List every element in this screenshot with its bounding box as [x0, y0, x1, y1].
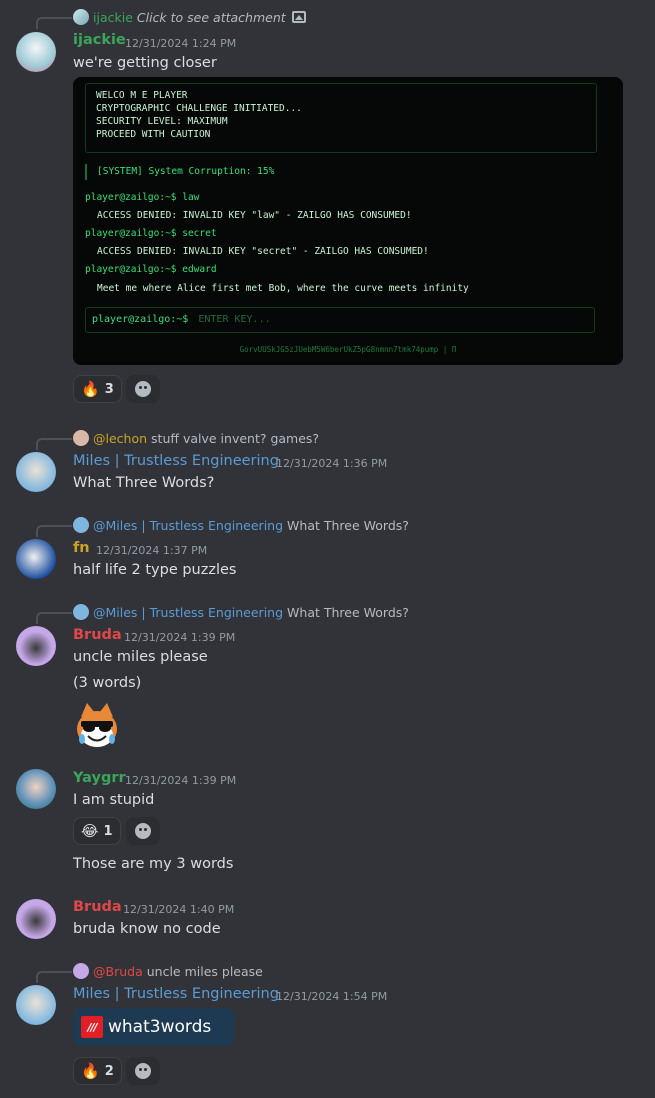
message-text: Those are my 3 words — [73, 856, 234, 872]
message-text: I am stupid — [73, 792, 155, 808]
reaction-fire[interactable]: 🔥 2 — [73, 1057, 122, 1085]
message-text: half life 2 type puzzles — [73, 562, 237, 578]
reply-preview[interactable]: @Miles | Trustless Engineering What Thre… — [73, 517, 409, 533]
timestamp[interactable]: 12/31/2024 1:40 PM — [123, 903, 234, 916]
system-status: [SYSTEM] System Corruption: 15% — [85, 164, 595, 180]
reply-preview[interactable]: @lechon stuff valve invent? games? — [73, 430, 319, 446]
terminal-line: PROCEED WITH CAUTION — [96, 129, 211, 140]
avatar[interactable] — [16, 769, 56, 809]
reply-text[interactable]: What Three Words? — [287, 605, 409, 620]
message-text: uncle miles please — [73, 649, 208, 665]
timestamp[interactable]: 12/31/2024 1:36 PM — [276, 457, 387, 470]
username[interactable]: Yaygrr — [73, 770, 126, 786]
username[interactable]: Bruda — [73, 627, 122, 643]
smiley-icon — [135, 1063, 151, 1079]
reply-connector — [36, 17, 72, 29]
smiley-icon — [135, 823, 151, 839]
reply-username[interactable]: @lechon — [93, 431, 147, 446]
terminal-line: SECURITY LEVEL: MAXIMUM — [96, 116, 228, 127]
username[interactable]: Bruda — [73, 899, 122, 915]
image-icon — [291, 11, 306, 23]
reaction-count: 1 — [103, 823, 113, 839]
username[interactable]: fn — [73, 540, 90, 556]
timestamp[interactable]: 12/31/2024 1:39 PM — [125, 774, 236, 787]
timestamp[interactable]: 12/31/2024 1:39 PM — [124, 631, 235, 644]
reply-text[interactable]: uncle miles please — [147, 964, 263, 979]
fire-emoji: 🔥 — [81, 1062, 100, 1080]
what3words-embed[interactable]: /// what3words — [73, 1008, 234, 1046]
timestamp[interactable]: 12/31/2024 1:37 PM — [96, 544, 207, 557]
reaction-count: 2 — [104, 1063, 114, 1079]
message-text: What Three Words? — [73, 475, 215, 491]
reply-text[interactable]: What Three Words? — [287, 518, 409, 533]
terminal-footer: GorvUUSkJG5zJUebM5W6berUkZ5pG8nmnn7tmk74… — [239, 345, 457, 354]
username[interactable]: Miles | Trustless Engineering — [73, 986, 279, 1002]
reply-avatar — [73, 9, 89, 25]
terminal-line: WELCO M E PLAYER — [96, 90, 188, 101]
message-text: we're getting closer — [73, 55, 217, 71]
avatar[interactable] — [16, 899, 56, 939]
message-text: bruda know no code — [73, 921, 221, 937]
add-reaction-button[interactable] — [126, 375, 160, 403]
terminal-output: ACCESS DENIED: INVALID KEY "law" - ZAILG… — [97, 210, 412, 221]
reply-connector — [36, 971, 72, 983]
reaction-fire[interactable]: 🔥 3 — [73, 375, 122, 403]
reply-username[interactable]: @Miles | Trustless Engineering — [93, 518, 283, 533]
reply-username[interactable]: @Bruda — [93, 964, 143, 979]
avatar[interactable] — [16, 985, 56, 1025]
reply-username[interactable]: @Miles | Trustless Engineering — [93, 605, 283, 620]
what3words-text: what3words — [108, 1017, 212, 1037]
terminal-output: Meet me where Alice first met Bob, where… — [97, 283, 469, 294]
reply-text[interactable]: stuff valve invent? games? — [151, 431, 319, 446]
reply-preview[interactable]: ijackie Click to see attachment — [73, 9, 306, 25]
reply-username[interactable]: ijackie — [93, 10, 133, 25]
terminal-header-box: WELCO M E PLAYER CRYPTOGRAPHIC CHALLENGE… — [85, 83, 597, 153]
username[interactable]: ijackie — [73, 32, 126, 48]
reply-avatar — [73, 604, 89, 620]
avatar[interactable] — [16, 452, 56, 492]
add-reaction-button[interactable] — [126, 817, 160, 845]
avatar[interactable] — [16, 626, 56, 666]
reply-avatar — [73, 517, 89, 533]
terminal-placeholder: ENTER KEY... — [198, 314, 271, 325]
terminal-screenshot-attachment[interactable]: WELCO M E PLAYER CRYPTOGRAPHIC CHALLENGE… — [73, 77, 623, 365]
reaction-count: 3 — [104, 381, 114, 397]
smiley-icon — [135, 381, 151, 397]
reply-connector — [36, 612, 72, 624]
what3words-logo: /// — [81, 1016, 103, 1038]
add-reaction-button[interactable] — [126, 1057, 160, 1085]
terminal-command: player@zailgo:~$ secret — [85, 228, 217, 239]
terminal-line: CRYPTOGRAPHIC CHALLENGE INITIATED... — [96, 103, 302, 114]
message-text: (3 words) — [73, 675, 142, 691]
reaction-joy[interactable]: 😂 1 — [73, 817, 121, 845]
timestamp[interactable]: 12/31/2024 1:54 PM — [276, 990, 387, 1003]
reply-avatar — [73, 963, 89, 979]
cool-cat-emoji[interactable] — [73, 701, 121, 749]
reply-avatar — [73, 430, 89, 446]
reply-connector — [36, 525, 72, 537]
terminal-command: player@zailgo:~$ edward — [85, 264, 217, 275]
reply-preview[interactable]: @Miles | Trustless Engineering What Thre… — [73, 604, 409, 620]
avatar[interactable] — [16, 539, 56, 579]
reply-preview[interactable]: @Bruda uncle miles please — [73, 963, 263, 979]
avatar[interactable] — [16, 32, 56, 72]
reply-connector — [36, 438, 72, 450]
terminal-command: player@zailgo:~$ law — [85, 192, 200, 203]
reply-text[interactable]: Click to see attachment — [137, 10, 286, 25]
joy-emoji: 😂 — [81, 822, 99, 840]
timestamp[interactable]: 12/31/2024 1:24 PM — [125, 37, 236, 50]
terminal-output: ACCESS DENIED: INVALID KEY "secret" - ZA… — [97, 246, 429, 257]
terminal-input: player@zailgo:~$ ENTER KEY... — [85, 307, 595, 333]
terminal-prompt: player@zailgo:~$ — [92, 314, 189, 325]
fire-emoji: 🔥 — [81, 380, 100, 398]
username[interactable]: Miles | Trustless Engineering — [73, 453, 279, 469]
